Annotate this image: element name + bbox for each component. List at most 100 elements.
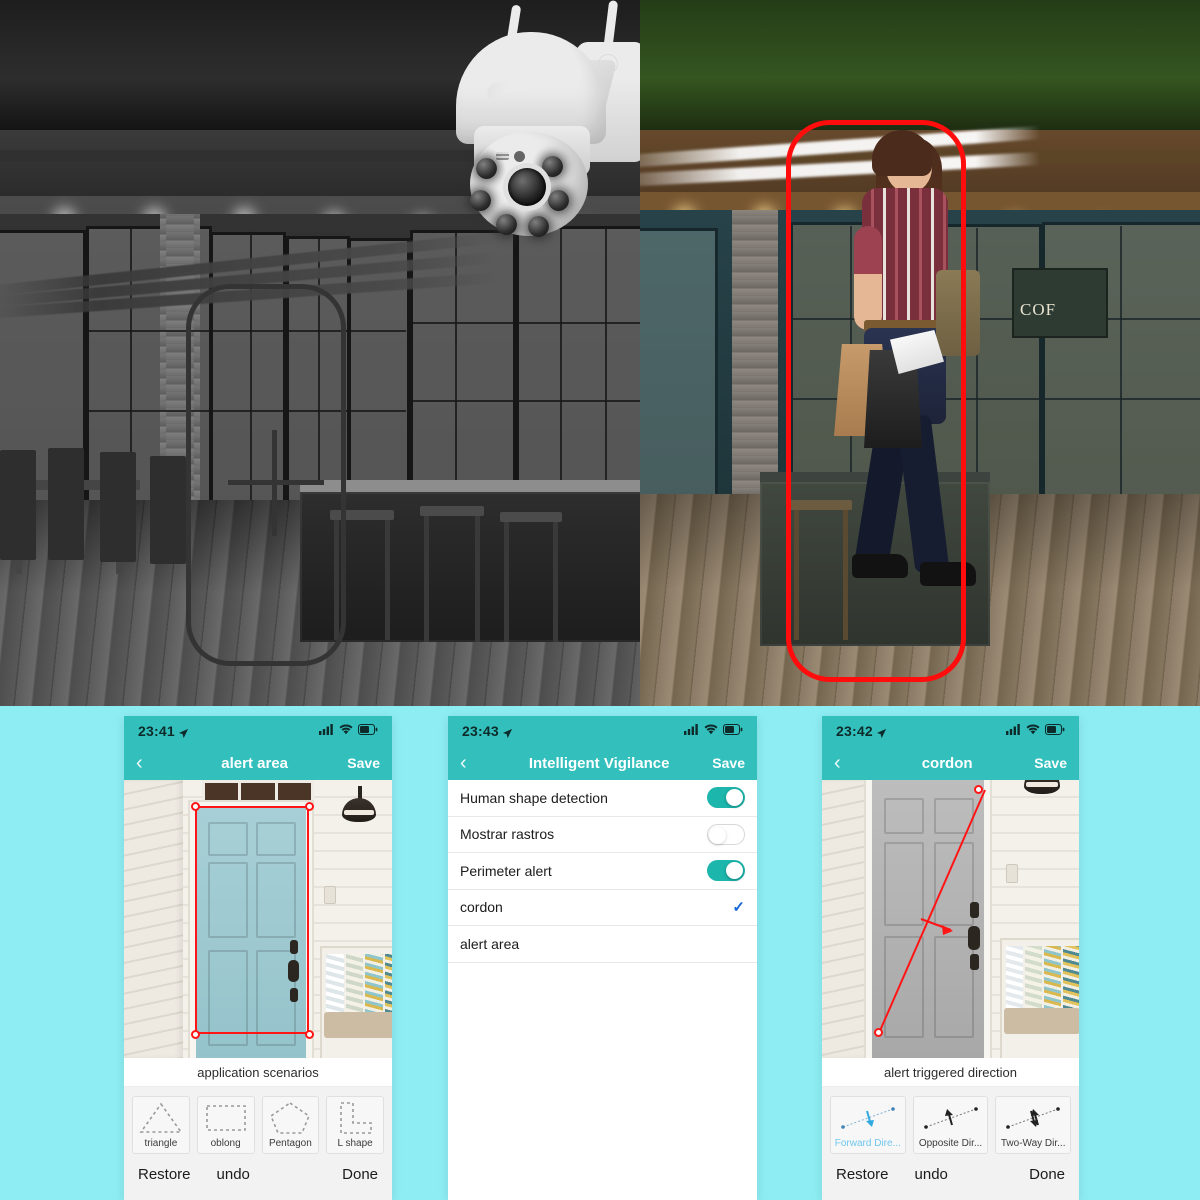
restore-button[interactable]: Restore	[138, 1166, 191, 1183]
location-arrow-icon	[502, 726, 513, 738]
save-button[interactable]: Save	[347, 755, 380, 771]
restore-button[interactable]: Restore	[836, 1166, 889, 1183]
shape-option-pentagon[interactable]: Pentagon	[261, 1096, 320, 1154]
setting-label: cordon	[460, 899, 503, 916]
cordon-line[interactable]	[822, 780, 1079, 1058]
status-time: 23:42	[836, 723, 873, 739]
action-bar: Restore undo Done	[830, 1154, 1071, 1183]
detection-zone-night	[186, 284, 346, 666]
polygon-handle[interactable]	[305, 1030, 314, 1039]
triangle-icon	[133, 1097, 189, 1138]
setting-label: Mostrar rastros	[460, 826, 555, 843]
nav-bar: ‹ cordon Save	[822, 746, 1079, 780]
wifi-icon	[1026, 722, 1040, 740]
camera-preview-alert-area[interactable]	[124, 780, 392, 1058]
perimeter-alert-toggle[interactable]	[707, 860, 745, 882]
forward-direction-icon	[831, 1097, 905, 1138]
l-shape-icon	[327, 1097, 383, 1138]
shape-label: triangle	[144, 1138, 178, 1149]
done-button[interactable]: Done	[1029, 1166, 1065, 1183]
page-title: cordon	[921, 754, 973, 772]
setting-row-mostrar-rastros[interactable]: Mostrar rastros	[448, 817, 757, 853]
poster-root: COF 23:41 ‹ alert area Save application …	[0, 0, 1200, 1200]
direction-label: Opposite Dir...	[918, 1138, 983, 1149]
battery-icon	[723, 722, 743, 740]
wifi-icon	[704, 722, 718, 740]
cordon-handle[interactable]	[874, 1028, 883, 1037]
status-bar: 23:41	[124, 716, 392, 746]
shape-label: oblong	[210, 1138, 241, 1149]
direction-label: Two-Way Dir...	[1000, 1138, 1066, 1149]
alert-area-polygon[interactable]	[195, 806, 309, 1034]
direction-option-forward[interactable]: Forward Dire...	[830, 1096, 906, 1154]
shape-label: Pentagon	[268, 1138, 312, 1149]
cordon-handle[interactable]	[974, 785, 983, 794]
status-bar: 23:43	[448, 716, 757, 746]
hero-scene-day: COF	[640, 0, 1200, 706]
nav-bar: ‹ Intelligent Vigilance Save	[448, 746, 757, 780]
status-time-group: 23:41	[138, 723, 189, 739]
setting-row-cordon[interactable]: cordon ✓	[448, 890, 757, 926]
phone-alert-area: 23:41 ‹ alert area Save application scen…	[124, 716, 392, 1200]
shape-option-oblong[interactable]: oblong	[196, 1096, 255, 1154]
nav-bar: ‹ alert area Save	[124, 746, 392, 780]
hero-scene-night	[0, 0, 640, 706]
cellular-signal-icon	[684, 722, 699, 740]
direction-option-opposite[interactable]: Opposite Dir...	[912, 1096, 989, 1154]
setting-row-alert-area[interactable]: alert area	[448, 926, 757, 963]
battery-icon	[1045, 722, 1065, 740]
panel-title: alert triggered direction	[822, 1058, 1079, 1087]
direction-tool-panel: Forward Dire... Opposite Dir... Two-Way …	[822, 1087, 1079, 1200]
save-button[interactable]: Save	[712, 755, 745, 771]
pentagon-icon	[263, 1097, 319, 1138]
status-icons	[1006, 722, 1065, 740]
camera-preview-cordon[interactable]	[822, 780, 1079, 1058]
cellular-signal-icon	[1006, 722, 1021, 740]
two-way-direction-icon	[996, 1097, 1070, 1138]
setting-label: Perimeter alert	[460, 862, 552, 879]
status-time: 23:43	[462, 723, 499, 739]
panel-title: application scenarios	[124, 1058, 392, 1087]
undo-button[interactable]: undo	[217, 1166, 250, 1183]
direction-option-two-way[interactable]: Two-Way Dir...	[995, 1096, 1072, 1154]
action-bar: Restore undo Done	[132, 1154, 384, 1183]
battery-icon	[358, 722, 378, 740]
page-title: Intelligent Vigilance	[528, 754, 670, 772]
shape-options: triangle oblong Pentagon L shape	[132, 1096, 384, 1154]
undo-button[interactable]: undo	[915, 1166, 948, 1183]
direction-options: Forward Dire... Opposite Dir... Two-Way …	[830, 1096, 1072, 1154]
status-icons	[684, 722, 743, 740]
direction-label: Forward Dire...	[834, 1138, 901, 1149]
done-button[interactable]: Done	[342, 1166, 378, 1183]
back-button[interactable]: ‹	[460, 753, 486, 773]
wifi-icon	[339, 722, 353, 740]
settings-list: Human shape detection Mostrar rastros Pe…	[448, 780, 757, 963]
phone-intelligent-vigilance: 23:43 ‹ Intelligent Vigilance Save Human…	[448, 716, 757, 1200]
polygon-handle[interactable]	[305, 802, 314, 811]
setting-label: alert area	[460, 935, 520, 952]
mostrar-rastros-toggle[interactable]	[707, 823, 745, 845]
polygon-handle[interactable]	[191, 1030, 200, 1039]
detection-zone-day	[786, 120, 966, 682]
setting-label: Human shape detection	[460, 789, 608, 806]
opposite-direction-icon	[914, 1097, 988, 1138]
setting-row-perimeter-alert[interactable]: Perimeter alert	[448, 853, 757, 890]
status-icons	[319, 722, 378, 740]
setting-row-human-shape-detection[interactable]: Human shape detection	[448, 780, 757, 817]
back-button[interactable]: ‹	[834, 753, 860, 773]
phone-cordon: 23:42 ‹ cordon Save alert triggered dire…	[822, 716, 1079, 1200]
shape-option-l-shape[interactable]: L shape	[326, 1096, 384, 1154]
hero-banner: COF	[0, 0, 1200, 706]
back-button[interactable]: ‹	[136, 753, 162, 773]
human-shape-detection-toggle[interactable]	[707, 787, 745, 809]
shape-label: L shape	[337, 1138, 373, 1149]
checkmark-icon: ✓	[732, 899, 745, 917]
status-time: 23:41	[138, 723, 175, 739]
shape-option-triangle[interactable]: triangle	[132, 1096, 190, 1154]
location-arrow-icon	[876, 726, 887, 738]
status-bar: 23:42	[822, 716, 1079, 746]
save-button[interactable]: Save	[1034, 755, 1067, 771]
rectangle-icon	[198, 1097, 254, 1138]
shape-tool-panel: triangle oblong Pentagon L shape Restore…	[124, 1087, 392, 1200]
polygon-handle[interactable]	[191, 802, 200, 811]
